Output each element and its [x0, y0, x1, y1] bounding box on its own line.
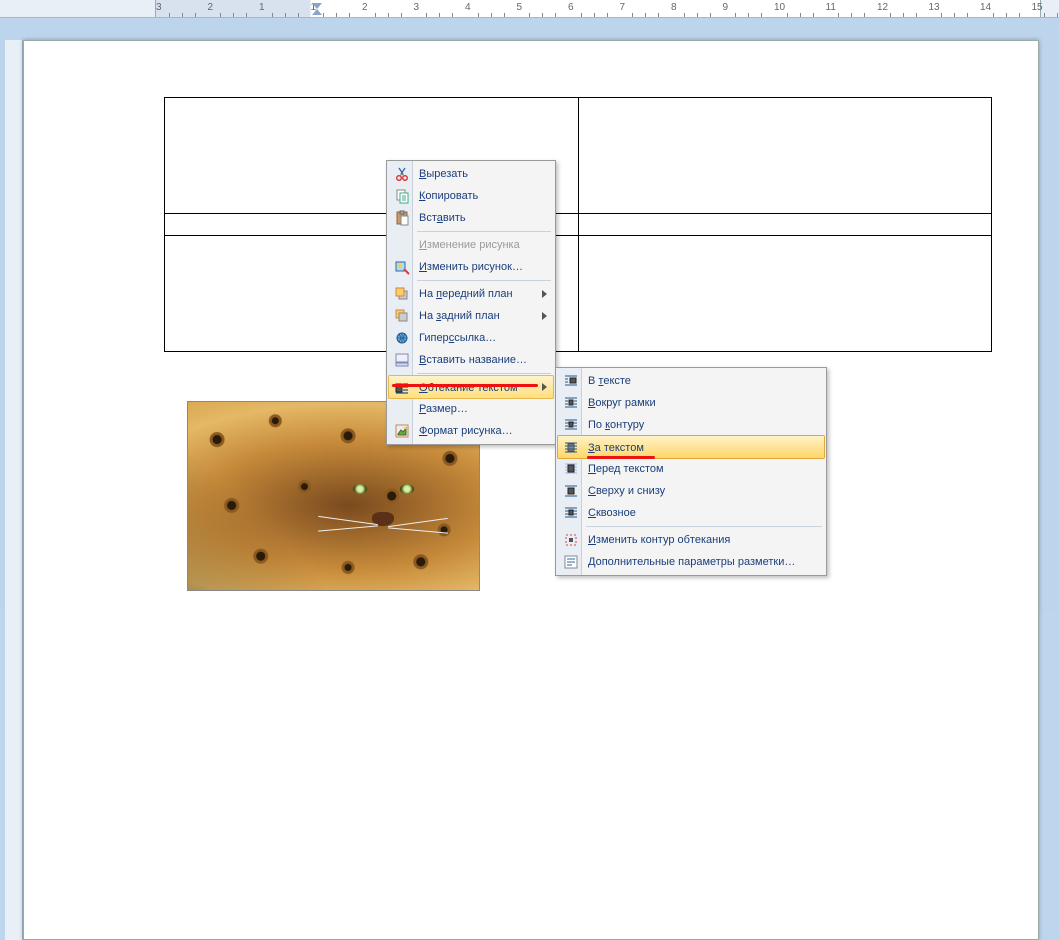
menu-item-cut[interactable]: Вырезать [389, 163, 553, 185]
menu-item-wrap-tight[interactable]: По контуру [558, 414, 824, 436]
hyperlink-icon [394, 330, 410, 346]
wrap-front-icon [563, 461, 579, 477]
menu-item-more-layout[interactable]: Дополнительные параметры разметки… [558, 551, 824, 573]
menu-item-edit-wrap-points[interactable]: Изменить контур обтекания [558, 529, 824, 551]
submenu-arrow-icon [542, 383, 547, 391]
menu-item-wrap-square[interactable]: Вокруг рамки [558, 392, 824, 414]
image-context-menu: Вырезать Копировать Вставить Изменение р… [386, 160, 556, 445]
menu-item-bring-front[interactable]: На передний план [389, 283, 553, 305]
wrap-inline-icon [563, 373, 579, 389]
wrap-through-icon [563, 505, 579, 521]
menu-item-wrap-topbottom[interactable]: Сверху и снизу [558, 480, 824, 502]
submenu-arrow-icon [542, 290, 547, 298]
bring-front-icon [394, 286, 410, 302]
menu-item-text-wrapping[interactable]: Обтекание текстом [388, 375, 554, 399]
horizontal-ruler[interactable]: 3211234567891011121314151617 [0, 0, 1059, 18]
scissors-icon [394, 166, 410, 182]
wrap-behind-icon [563, 440, 579, 456]
wrap-topbottom-icon [563, 483, 579, 499]
menu-item-caption[interactable]: Вставить название… [389, 349, 553, 371]
menu-item-wrap-front[interactable]: Перед текстом [558, 458, 824, 480]
wrap-text-icon [394, 380, 410, 396]
copy-icon [394, 188, 410, 204]
wrap-tight-icon [563, 417, 579, 433]
text-wrapping-submenu: В тексте Вокруг рамки По контуру За текс… [555, 367, 827, 576]
menu-item-copy[interactable]: Копировать [389, 185, 553, 207]
menu-item-edit-picture[interactable]: Изменить рисунок… [389, 256, 553, 278]
annotation-redline [392, 384, 538, 387]
menu-item-change-picture: Изменение рисунка [389, 234, 553, 256]
submenu-arrow-icon [542, 312, 547, 320]
more-layout-icon [563, 554, 579, 570]
table-cell[interactable] [578, 98, 992, 214]
menu-item-size[interactable]: Размер… [389, 398, 553, 420]
table-cell[interactable] [578, 236, 992, 352]
annotation-redline [587, 456, 655, 459]
menu-item-format-picture[interactable]: Формат рисунка… [389, 420, 553, 442]
menu-item-hyperlink[interactable]: Гиперссылка… [389, 327, 553, 349]
vertical-ruler[interactable] [5, 40, 23, 940]
send-back-icon [394, 308, 410, 324]
format-picture-icon [394, 423, 410, 439]
table-cell[interactable] [578, 214, 992, 236]
caption-icon [394, 352, 410, 368]
edit-wrap-icon [563, 532, 579, 548]
edit-picture-icon [394, 259, 410, 275]
wrap-square-icon [563, 395, 579, 411]
paste-icon [394, 210, 410, 226]
menu-item-wrap-inline[interactable]: В тексте [558, 370, 824, 392]
menu-item-send-back[interactable]: На задний план [389, 305, 553, 327]
menu-item-wrap-through[interactable]: Сквозное [558, 502, 824, 524]
document-table [164, 97, 992, 352]
menu-item-paste[interactable]: Вставить [389, 207, 553, 229]
